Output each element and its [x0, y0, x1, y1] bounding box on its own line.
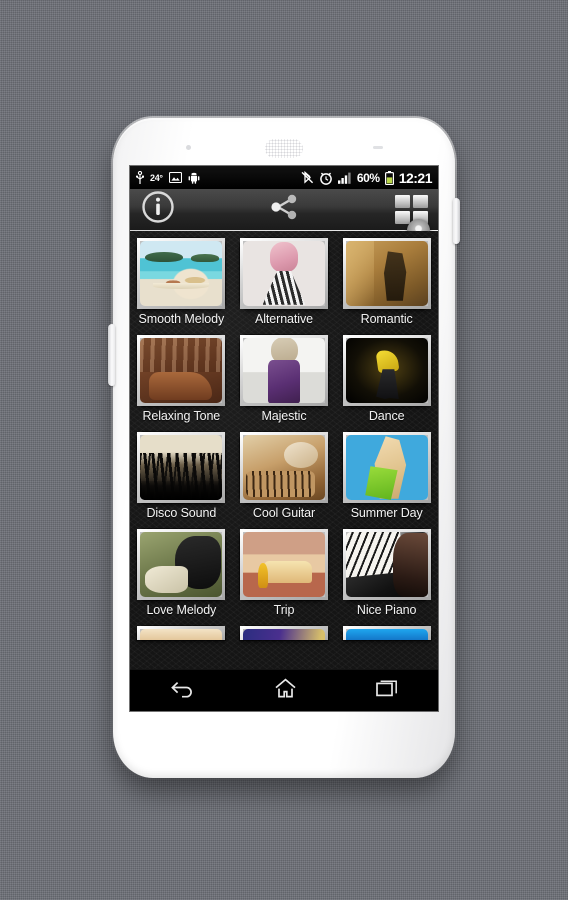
- list-item[interactable]: [233, 623, 336, 640]
- front-camera: [186, 145, 191, 150]
- phone-device: 24° 60% 12:21 Smooth Melody Alternative …: [108, 116, 460, 780]
- artwork-image: [242, 629, 325, 640]
- grid-cell: [395, 195, 410, 208]
- artwork-image: [345, 629, 428, 640]
- list-item[interactable]: Cool Guitar: [233, 429, 336, 526]
- phone-screen: 24° 60% 12:21 Smooth Melody Alternative …: [130, 166, 438, 711]
- back-arrow-icon[interactable]: [169, 678, 196, 703]
- artwork-image: [140, 435, 223, 500]
- grid-cell: [395, 211, 410, 224]
- list-item[interactable]: Smooth Melody: [130, 235, 233, 332]
- list-item-label: Romantic: [360, 312, 413, 326]
- thumbnail[interactable]: [137, 335, 226, 406]
- android-icon: [188, 172, 200, 184]
- list-item[interactable]: Majestic: [233, 332, 336, 429]
- temperature-label: 24°: [150, 172, 163, 183]
- thumbnail[interactable]: [239, 529, 328, 600]
- artwork-image: [242, 241, 325, 306]
- thumbnail[interactable]: [239, 335, 328, 406]
- ringtone-grid: Smooth Melody Alternative Romantic Relax…: [130, 235, 438, 640]
- artwork-image: [140, 532, 223, 597]
- alarm-clock-icon: [319, 171, 333, 185]
- list-item-label: Nice Piano: [356, 603, 417, 617]
- battery-icon: [384, 170, 394, 185]
- list-item-label: Smooth Melody: [138, 312, 225, 326]
- artwork-image: [345, 338, 428, 403]
- earpiece-speaker: [265, 139, 303, 158]
- list-item-label: Summer Day: [350, 506, 423, 520]
- list-item-label: Love Melody: [146, 603, 217, 617]
- android-navigation-bar: [130, 669, 438, 711]
- list-item[interactable]: [130, 623, 233, 640]
- thumbnail[interactable]: [239, 238, 328, 309]
- usb-icon: [135, 170, 145, 184]
- list-item-label: Disco Sound: [146, 506, 217, 520]
- artwork-image: [345, 435, 428, 500]
- thumbnail[interactable]: [342, 432, 431, 503]
- recent-apps-icon[interactable]: [375, 678, 399, 703]
- list-item-label: Relaxing Tone: [142, 409, 221, 423]
- list-item-label: Majestic: [261, 409, 307, 423]
- signal-bars-icon: [337, 172, 352, 184]
- power-button[interactable]: [453, 198, 460, 244]
- artwork-image: [242, 532, 325, 597]
- list-item-label: Cool Guitar: [252, 506, 316, 520]
- artwork-image: [140, 241, 223, 306]
- thumbnail[interactable]: [342, 335, 431, 406]
- list-item[interactable]: Alternative: [233, 235, 336, 332]
- list-item[interactable]: Romantic: [335, 235, 438, 332]
- bluetooth-off-icon: [301, 170, 314, 185]
- list-item[interactable]: Dance: [335, 332, 438, 429]
- list-item[interactable]: Love Melody: [130, 526, 233, 623]
- thumbnail[interactable]: [137, 529, 226, 600]
- artwork-image: [242, 338, 325, 403]
- screenshot-image-icon: [168, 171, 182, 184]
- clock-label: 12:21: [398, 169, 433, 186]
- list-item[interactable]: Nice Piano: [335, 526, 438, 623]
- list-item-label: Trip: [273, 603, 295, 617]
- thumbnail[interactable]: [137, 432, 226, 503]
- list-item[interactable]: Trip: [233, 526, 336, 623]
- artwork-image: [345, 241, 428, 306]
- action-bar: [130, 189, 438, 242]
- list-item[interactable]: Relaxing Tone: [130, 332, 233, 429]
- artwork-image: [140, 338, 223, 403]
- artwork-image: [140, 629, 223, 640]
- thumbnail[interactable]: [239, 626, 328, 640]
- grid-cell: [413, 195, 428, 208]
- list-item[interactable]: Summer Day: [335, 429, 438, 526]
- status-bar: 24° 60% 12:21: [130, 166, 438, 189]
- list-item[interactable]: [335, 623, 438, 640]
- home-icon[interactable]: [273, 677, 298, 704]
- info-circle-icon[interactable]: [141, 190, 175, 229]
- list-item-label: Dance: [368, 409, 405, 423]
- artwork-image: [242, 435, 325, 500]
- thumbnail[interactable]: [342, 529, 431, 600]
- thumbnail[interactable]: [239, 432, 328, 503]
- share-icon[interactable]: [267, 192, 301, 227]
- battery-percent-label: 60%: [356, 170, 380, 185]
- artwork-image: [345, 532, 428, 597]
- list-item[interactable]: Disco Sound: [130, 429, 233, 526]
- proximity-sensor: [373, 146, 383, 149]
- thumbnail[interactable]: [137, 626, 226, 640]
- thumbnail[interactable]: [342, 238, 431, 309]
- thumbnail[interactable]: [342, 626, 431, 640]
- thumbnail[interactable]: [137, 238, 226, 309]
- volume-button[interactable]: [108, 324, 115, 386]
- ringtone-grid-scroll-area[interactable]: Smooth Melody Alternative Romantic Relax…: [130, 231, 438, 669]
- list-item-label: Alternative: [255, 312, 313, 326]
